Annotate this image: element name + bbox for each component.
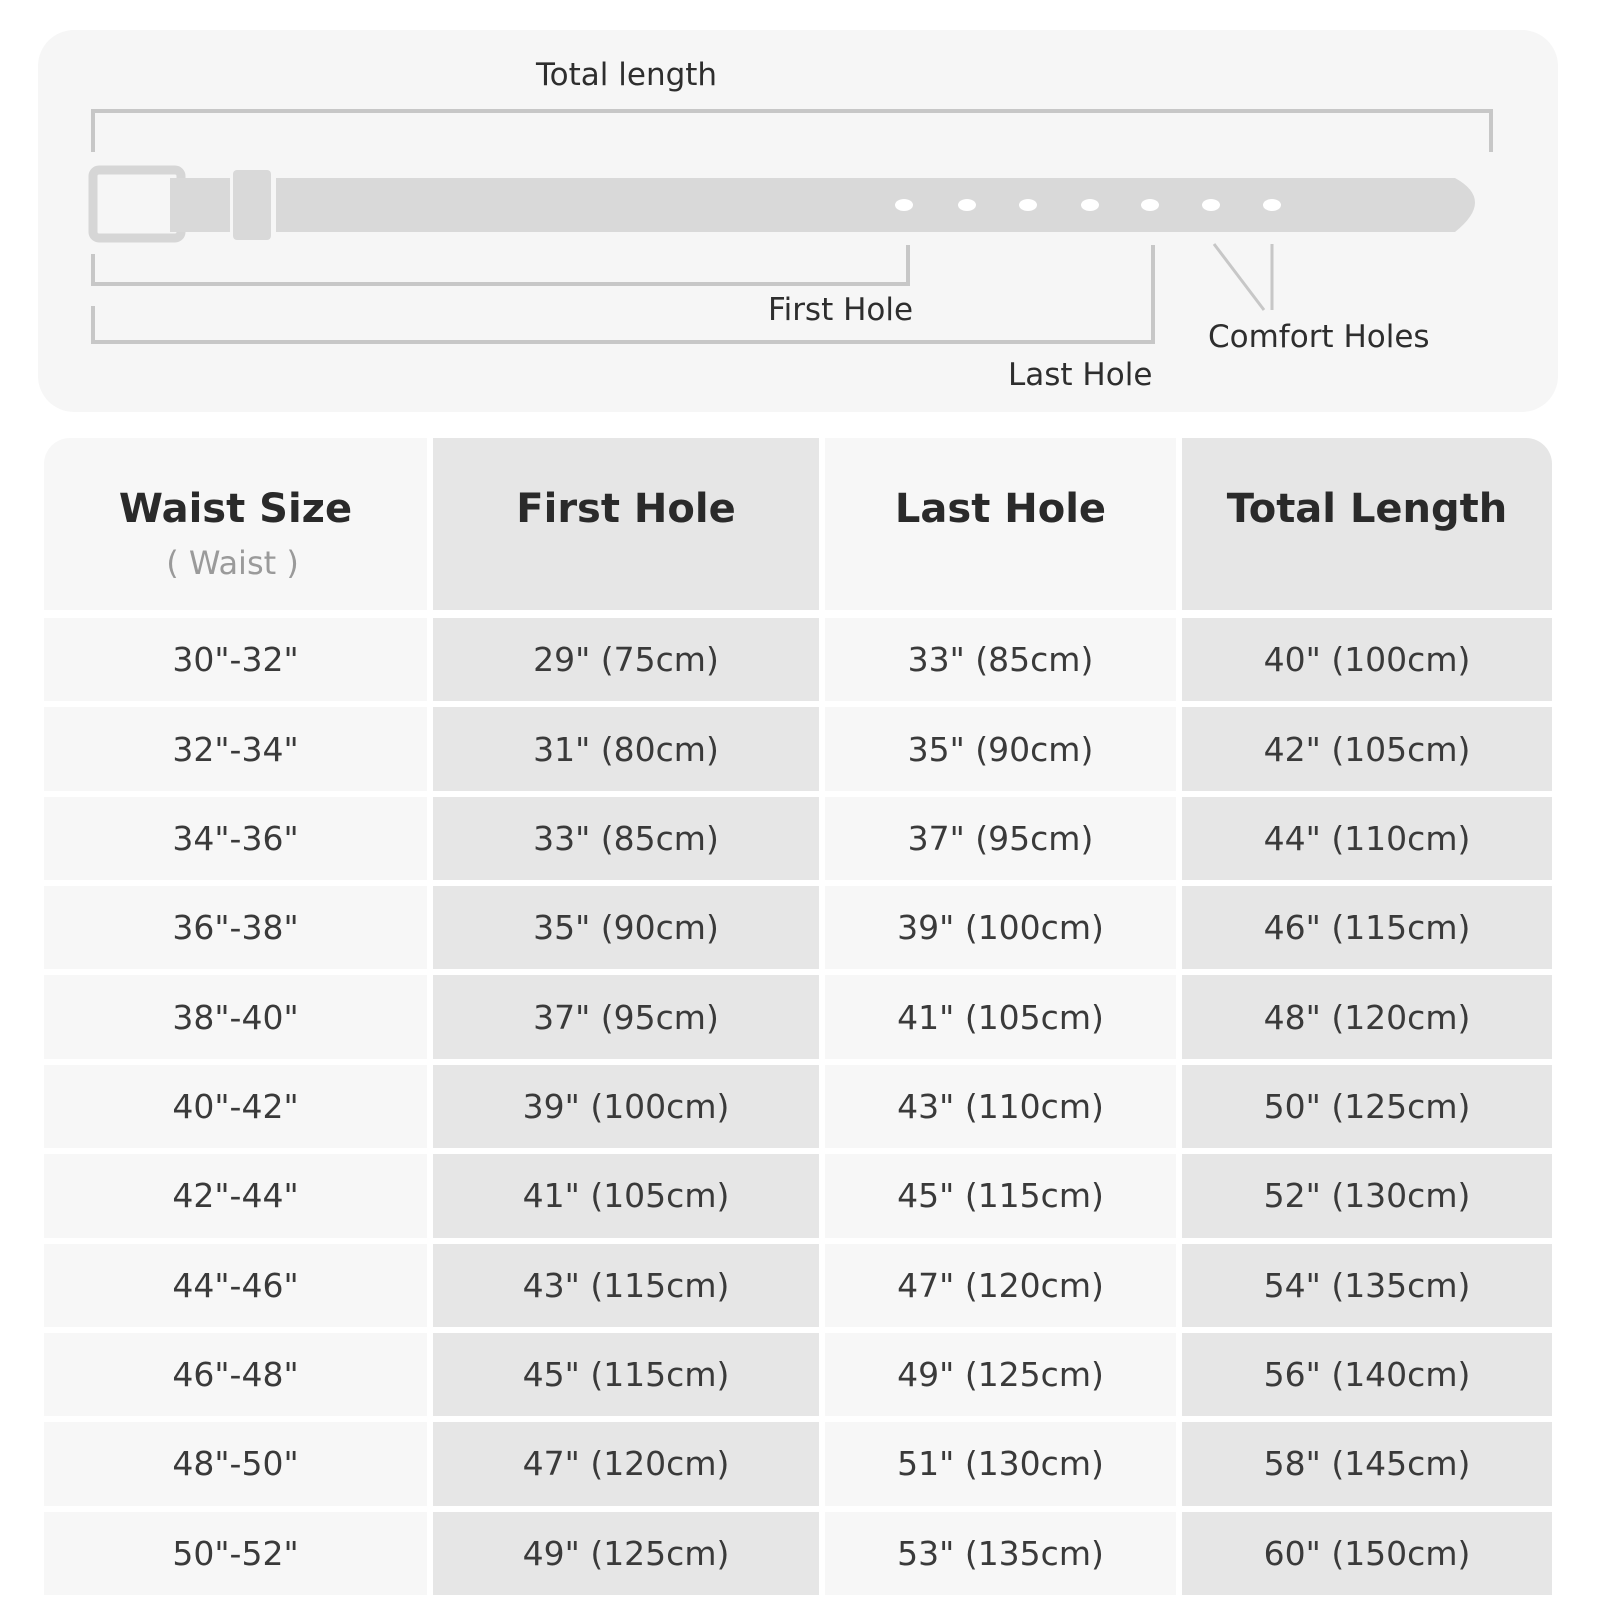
header-title: Last Hole <box>894 486 1107 532</box>
cell-total-length: 58" (145cm) <box>1176 1422 1552 1512</box>
table-row: 30"-32" 29" (75cm) 33" (85cm) 40" (100cm… <box>44 618 1552 708</box>
cell-waist-size: 44"-46" <box>44 1243 427 1333</box>
cell-total-length: 46" (115cm) <box>1176 886 1552 976</box>
header-title: Total Length <box>1226 486 1508 532</box>
cell-last-hole: 39" (100cm) <box>819 886 1176 976</box>
cell-last-hole: 53" (135cm) <box>819 1511 1176 1601</box>
table-row: 32"-34" 31" (80cm) 35" (90cm) 42" (105cm… <box>44 707 1552 797</box>
cell-waist-size: 30"-32" <box>44 618 427 708</box>
cell-first-hole: 31" (80cm) <box>427 707 819 797</box>
cell-first-hole: 35" (90cm) <box>427 886 819 976</box>
cell-total-length: 40" (100cm) <box>1176 618 1552 708</box>
table-row: 48"-50" 47" (120cm) 51" (130cm) 58" (145… <box>44 1422 1552 1512</box>
table-row: 40"-42" 39" (100cm) 43" (110cm) 50" (125… <box>44 1064 1552 1155</box>
table-row: 42"-44" 41" (105cm) 45" (115cm) 52" (130… <box>44 1154 1552 1244</box>
total-length-bracket <box>91 109 1493 152</box>
belt-hole <box>1263 199 1281 211</box>
table-row: 44"-46" 43" (115cm) 47" (120cm) 54" (135… <box>44 1243 1552 1333</box>
first-hole-bracket <box>91 245 910 286</box>
belt-hole <box>1141 199 1159 211</box>
table-row: 46"-48" 45" (115cm) 49" (125cm) 56" (140… <box>44 1332 1552 1423</box>
cell-waist-size: 42"-44" <box>44 1154 427 1244</box>
belt-hole <box>958 199 976 211</box>
cell-waist-size: 40"-42" <box>44 1064 427 1155</box>
cell-total-length: 60" (150cm) <box>1176 1511 1552 1601</box>
cell-waist-size: 46"-48" <box>44 1332 427 1423</box>
cell-first-hole: 45" (115cm) <box>427 1332 819 1423</box>
cell-first-hole: 39" (100cm) <box>427 1064 819 1155</box>
cell-first-hole: 29" (75cm) <box>427 618 819 708</box>
cell-first-hole: 41" (105cm) <box>427 1154 819 1244</box>
comfort-holes-label: Comfort Holes <box>1208 319 1430 355</box>
cell-total-length: 54" (135cm) <box>1176 1243 1552 1333</box>
table-row: 50"-52" 49" (125cm) 53" (135cm) 60" (150… <box>44 1511 1552 1601</box>
belt-hole <box>1081 199 1099 211</box>
belt-hole <box>1202 199 1220 211</box>
table-header-row: Waist Size ( Waist ) First Hole Last Hol… <box>44 438 1552 618</box>
last-hole-label: Last Hole <box>1008 357 1153 393</box>
header-waist-size: Waist Size ( Waist ) <box>44 438 427 618</box>
header-last-hole: Last Hole <box>819 438 1176 618</box>
cell-waist-size: 48"-50" <box>44 1422 427 1512</box>
cell-total-length: 52" (130cm) <box>1176 1154 1552 1244</box>
last-hole-bracket <box>91 245 1155 344</box>
cell-waist-size: 34"-36" <box>44 796 427 887</box>
cell-first-hole: 47" (120cm) <box>427 1422 819 1512</box>
belt-strap-base <box>170 178 230 232</box>
cell-first-hole: 49" (125cm) <box>427 1511 819 1601</box>
table-row: 34"-36" 33" (85cm) 37" (95cm) 44" (110cm… <box>44 796 1552 887</box>
cell-total-length: 56" (140cm) <box>1176 1332 1552 1423</box>
cell-last-hole: 49" (125cm) <box>819 1332 1176 1423</box>
belt-keeper <box>233 170 271 240</box>
header-title: First Hole <box>516 486 736 532</box>
header-subtitle: ( Waist ) <box>166 544 299 582</box>
total-length-label: Total length <box>536 57 718 93</box>
header-total-length: Total Length <box>1176 438 1552 618</box>
header-first-hole: First Hole <box>427 438 819 618</box>
cell-waist-size: 38"-40" <box>44 975 427 1065</box>
first-hole-label: First Hole <box>768 292 914 328</box>
header-title: Waist Size <box>118 486 353 532</box>
cell-last-hole: 43" (110cm) <box>819 1064 1176 1155</box>
cell-first-hole: 43" (115cm) <box>427 1243 819 1333</box>
cell-total-length: 48" (120cm) <box>1176 975 1552 1065</box>
cell-first-hole: 37" (95cm) <box>427 975 819 1065</box>
cell-first-hole: 33" (85cm) <box>427 796 819 887</box>
cell-last-hole: 47" (120cm) <box>819 1243 1176 1333</box>
buckle-icon <box>88 165 186 243</box>
cell-waist-size: 50"-52" <box>44 1511 427 1601</box>
cell-waist-size: 36"-38" <box>44 886 427 976</box>
belt-hole <box>895 199 913 211</box>
cell-last-hole: 33" (85cm) <box>819 618 1176 708</box>
cell-last-hole: 37" (95cm) <box>819 796 1176 887</box>
table-row: 38"-40" 37" (95cm) 41" (105cm) 48" (120c… <box>44 975 1552 1065</box>
cell-last-hole: 51" (130cm) <box>819 1422 1176 1512</box>
cell-last-hole: 45" (115cm) <box>819 1154 1176 1244</box>
cell-total-length: 44" (110cm) <box>1176 796 1552 887</box>
belt-strap <box>276 178 1475 232</box>
cell-waist-size: 32"-34" <box>44 707 427 797</box>
belt-hole <box>1019 199 1037 211</box>
cell-last-hole: 41" (105cm) <box>819 975 1176 1065</box>
cell-total-length: 50" (125cm) <box>1176 1064 1552 1155</box>
table-row: 36"-38" 35" (90cm) 39" (100cm) 46" (115c… <box>44 886 1552 976</box>
cell-last-hole: 35" (90cm) <box>819 707 1176 797</box>
cell-total-length: 42" (105cm) <box>1176 707 1552 797</box>
size-chart-table: Waist Size ( Waist ) First Hole Last Hol… <box>44 438 1552 1601</box>
comfort-holes-pointer <box>1212 243 1266 311</box>
belt-diagram <box>88 109 1493 344</box>
